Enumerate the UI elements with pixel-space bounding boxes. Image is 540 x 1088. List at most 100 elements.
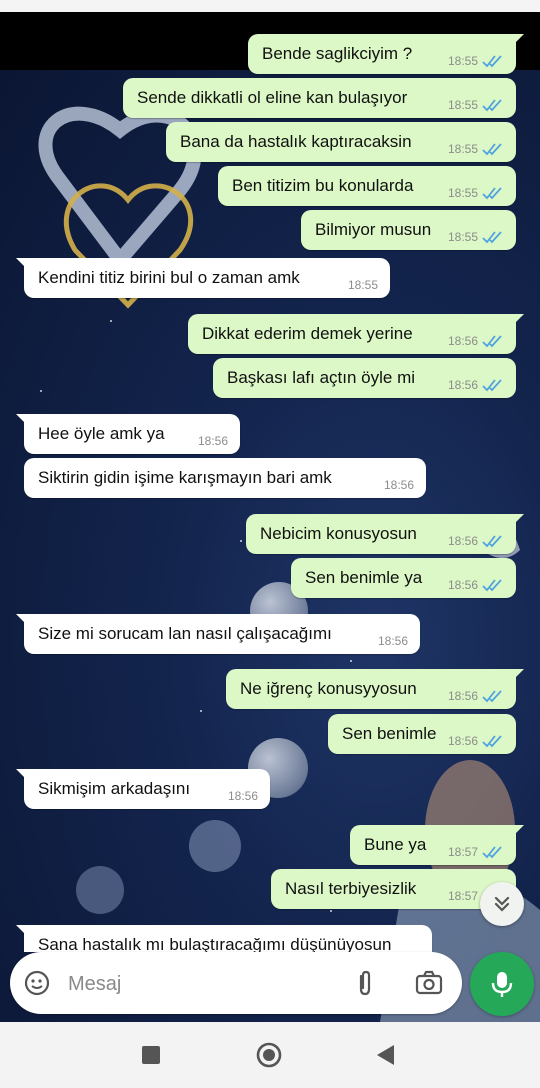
android-nav-bar — [0, 1022, 540, 1088]
bubble-tail — [16, 925, 26, 935]
message-meta: 18:55 — [448, 98, 504, 112]
read-receipt-icon — [482, 99, 502, 112]
message-text: Başkası lafı açtın öyle mi — [227, 368, 416, 387]
voice-message-button[interactable] — [470, 952, 534, 1016]
message-meta: 18:55 — [448, 230, 504, 244]
bubble-tail — [514, 825, 524, 835]
incoming-message[interactable]: Siktirin gidin işime karışmayın bari amk… — [24, 458, 426, 498]
outgoing-message[interactable]: Ne iğrenç konusyyosun 18:56 — [226, 669, 524, 709]
message-time: 18:56 — [447, 689, 478, 703]
message-text: Size mi sorucam lan nasıl çalışacağımı — [38, 624, 332, 643]
message-meta: 18:56 — [448, 689, 504, 703]
outgoing-message[interactable]: Nebicim konusyosun 18:56 — [246, 514, 524, 554]
message-text: Sen benimle — [342, 724, 437, 743]
read-receipt-icon — [482, 379, 502, 392]
bubble-tail — [16, 414, 26, 424]
outgoing-message[interactable]: Ben titizim bu konularda 18:55 — [218, 166, 516, 206]
read-receipt-icon — [482, 735, 502, 748]
message-time: 18:56 — [227, 789, 258, 803]
outgoing-message[interactable]: Bilmiyor musun 18:55 — [301, 210, 516, 250]
message-text: Ben titizim bu konularda — [232, 176, 414, 195]
status-bar — [0, 0, 540, 12]
double-chevron-down-icon — [494, 896, 510, 912]
outgoing-message[interactable]: Sen benimle ya 18:56 — [291, 558, 516, 598]
incoming-message[interactable]: Kendini titiz birini bul o zaman amk 18:5… — [16, 258, 390, 298]
message-text: Sikmişim arkadaşını — [38, 779, 191, 798]
message-time: 18:56 — [447, 534, 478, 548]
message-text: Nasıl terbiyesizlik — [285, 879, 417, 898]
message-time: 18:56 — [447, 334, 478, 348]
message-meta: 18:55 — [448, 186, 504, 200]
bubble-tail — [514, 669, 524, 679]
message-text: Sana hastalık mı bulaştıracağımı düşünüy… — [38, 935, 392, 952]
message-meta: 18:56 — [448, 334, 504, 348]
read-receipt-icon — [482, 143, 502, 156]
read-receipt-icon — [482, 187, 502, 200]
read-receipt-icon — [482, 55, 502, 68]
message-text: Bana da hastalık kaptıracaksin — [180, 132, 412, 151]
sticker-icon[interactable] — [22, 968, 52, 998]
read-receipt-icon — [482, 535, 502, 548]
message-meta: 18:56 — [198, 434, 228, 448]
message-meta: 18:56 — [384, 478, 414, 492]
message-text: Hee öyle amk ya — [38, 424, 165, 443]
bubble-tail — [514, 514, 524, 524]
message-text: Bilmiyor musun — [315, 220, 432, 239]
recent-apps-button[interactable] — [136, 1040, 166, 1070]
scroll-to-bottom-button[interactable] — [480, 882, 524, 926]
message-time: 18:56 — [447, 578, 478, 592]
message-time: 18:57 — [447, 845, 478, 859]
incoming-message[interactable]: Hee öyle amk ya 18:56 — [16, 414, 240, 454]
message-meta: 18:56 — [448, 534, 504, 548]
camera-icon[interactable] — [414, 968, 444, 998]
incoming-message[interactable]: Size mi sorucam lan nasıl çalışacağımı 18… — [16, 614, 420, 654]
outgoing-message[interactable]: Dikkat ederim demek yerine 18:56 — [188, 314, 524, 354]
message-list[interactable]: Bende saglikciyim ? 18:55 Sende dikkatli o… — [0, 12, 540, 952]
circle-icon — [256, 1042, 282, 1068]
message-input[interactable] — [66, 968, 340, 1000]
message-meta: 18:55 — [348, 278, 378, 292]
read-receipt-icon — [482, 846, 502, 859]
message-text: Bune ya — [364, 835, 427, 854]
message-time: 18:55 — [447, 54, 478, 68]
back-button[interactable] — [370, 1040, 400, 1070]
message-time: 18:57 — [447, 889, 478, 903]
message-text: Sende dikkatli ol eline kan bulaşıyor — [137, 88, 408, 107]
message-time: 18:56 — [377, 634, 408, 648]
home-button[interactable] — [254, 1040, 284, 1070]
incoming-message[interactable]: Sana hastalık mı bulaştıracağımı düşünüy… — [16, 925, 432, 952]
outgoing-message[interactable]: Bende saglikciyim ? 18:55 — [248, 34, 524, 74]
message-time: 18:56 — [197, 434, 228, 448]
read-receipt-icon — [482, 335, 502, 348]
message-meta: 18:56 — [448, 378, 504, 392]
message-time: 18:55 — [447, 186, 478, 200]
bubble-tail — [514, 34, 524, 44]
bubble-tail — [514, 314, 524, 324]
message-text: Ne iğrenç konusyyosun — [240, 679, 417, 698]
bubble-tail — [16, 258, 26, 268]
message-time: 18:56 — [447, 378, 478, 392]
message-time: 18:55 — [447, 142, 478, 156]
outgoing-message[interactable]: Sende dikkatli ol eline kan bulaşıyor 18:… — [123, 78, 516, 118]
outgoing-message[interactable]: Sen benimle 18:56 — [328, 714, 516, 754]
message-time: 18:55 — [447, 98, 478, 112]
outgoing-message[interactable]: Başkası lafı açtın öyle mi 18:56 — [213, 358, 516, 398]
incoming-message[interactable]: Sikmişim arkadaşını 18:56 — [16, 769, 270, 809]
message-time: 18:56 — [447, 734, 478, 748]
message-composer — [10, 952, 462, 1014]
message-meta: 18:55 — [448, 54, 504, 68]
message-meta: 18:56 — [378, 634, 408, 648]
message-text: Kendini titiz birini bul o zaman amk — [38, 268, 300, 287]
read-receipt-icon — [482, 231, 502, 244]
microphone-icon — [491, 972, 513, 997]
read-receipt-icon — [482, 690, 502, 703]
square-icon — [142, 1046, 160, 1064]
message-meta: 18:56 — [228, 789, 258, 803]
outgoing-message[interactable]: Bana da hastalık kaptıracaksin 18:55 — [166, 122, 516, 162]
message-time: 18:56 — [383, 478, 414, 492]
triangle-back-icon — [377, 1045, 394, 1065]
message-text: Siktirin gidin işime karışmayın bari amk — [38, 468, 332, 487]
outgoing-message[interactable]: Bune ya 18:57 — [350, 825, 524, 865]
paperclip-icon[interactable] — [350, 968, 380, 998]
message-text: Bende saglikciyim ? — [262, 44, 413, 63]
